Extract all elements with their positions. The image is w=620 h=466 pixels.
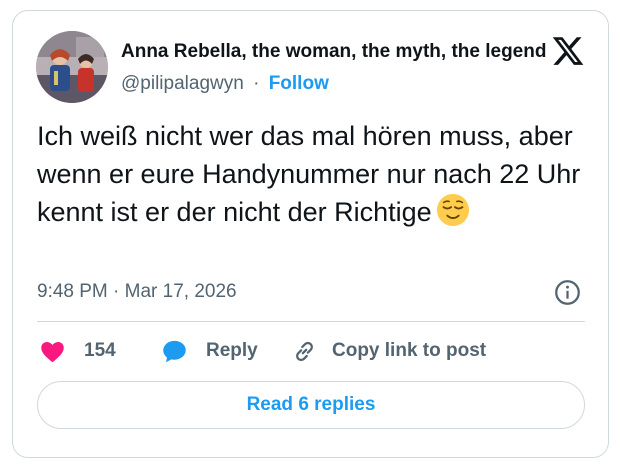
follow-link[interactable]: Follow [269, 73, 329, 94]
heart-icon [41, 341, 64, 362]
relieved-face-emoji-icon [436, 193, 470, 227]
x-logo-icon[interactable] [551, 34, 585, 68]
reply-button[interactable]: Reply [161, 336, 258, 366]
author-handle-row: @pilipalagwyn · Follow [121, 73, 329, 95]
handle-separator: · [253, 73, 260, 94]
info-icon-svg [555, 280, 580, 305]
info-icon[interactable] [554, 279, 581, 306]
avatar-photo-icon [36, 31, 108, 103]
author-handle[interactable]: @pilipalagwyn [121, 73, 244, 94]
author-display-name[interactable]: Anna Rebella, the woman, the myth, the l… [121, 41, 549, 63]
reply-label: Reply [206, 340, 258, 361]
divider [37, 321, 585, 322]
like-button[interactable]: 154 [39, 336, 116, 366]
x-logo-svg [552, 37, 584, 65]
tweet-body: Ich weiß nicht wer das mal hören muss, a… [37, 121, 581, 227]
copy-link-button[interactable]: Copy link to post [291, 336, 486, 366]
link-icon [296, 341, 313, 361]
copy-link-label: Copy link to post [332, 340, 487, 361]
read-replies-button[interactable]: Read 6 replies [37, 381, 585, 429]
author-avatar[interactable] [36, 31, 108, 103]
tweet-card: Anna Rebella, the woman, the myth, the l… [12, 10, 609, 458]
speech-bubble-icon [163, 340, 186, 362]
tweet-text: Ich weiß nicht wer das mal hören muss, a… [37, 117, 582, 231]
like-count: 154 [84, 340, 116, 361]
tweet-timestamp[interactable]: 9:48 PM · Mar 17, 2026 [37, 281, 237, 303]
